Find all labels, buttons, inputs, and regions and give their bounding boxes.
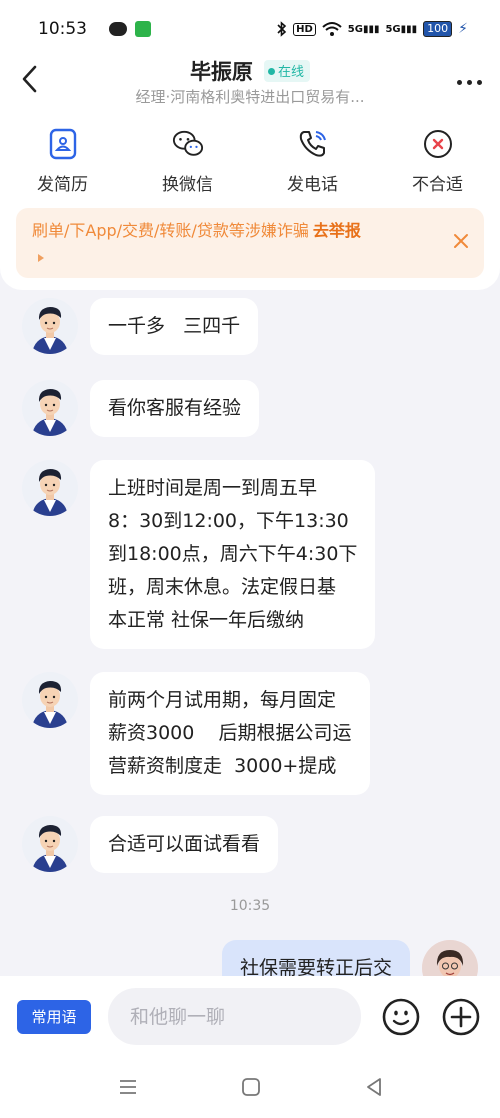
back-nav-icon[interactable] [363,1076,385,1098]
message-text-line: 社保需要转正后交 [239,957,392,976]
phone-icon [299,131,326,157]
contact-avatar[interactable] [22,380,78,436]
message-bubble[interactable]: 社保需要转正后交 [221,940,410,976]
home-icon[interactable] [240,1076,262,1098]
contact-name: 毕振原 [189,60,253,84]
system-nav-bar [0,1058,500,1118]
message-bubble[interactable]: 上班时间是周一到周五早 8：30到12:00，下午13:30 到18:00点，周六下… [90,460,376,649]
signal-icon-2: 5G▮▮▮ [385,23,418,35]
plus-button[interactable] [441,997,481,1037]
my-avatar[interactable] [422,940,478,976]
not-suitable-label: 不合适 [412,175,463,195]
message-text-line: 一千多 三四千 [108,315,241,337]
message-bubble[interactable]: 一千多 三四千 [90,298,259,355]
battery-icon: 100 [423,21,453,37]
wechat-notification-icon [109,22,127,36]
send-phone-button[interactable]: 发电话 [250,124,375,195]
bluetooth-icon [277,21,287,37]
common-phrases-button[interactable]: 常用语 [17,1000,91,1034]
exchange-wechat-label: 换微信 [162,175,213,195]
send-phone-label: 发电话 [287,175,338,195]
chat-header: 毕振原 在线 经理·河南格利奥特进出口贸易有... 发简历 换微信 发电话 不合… [0,58,500,290]
message-text-line: 本正常 社保一年后缴纳 [108,609,305,631]
quick-actions: 发简历 换微信 发电话 不合适 [0,124,500,195]
contact-subtitle: 经理·河南格利奥特进出口贸易有... [135,88,365,106]
report-link[interactable]: 去举报 [313,221,361,240]
exchange-wechat-button[interactable]: 换微信 [125,124,250,195]
play-arrow-icon [38,254,44,262]
app-notification-icon [135,21,151,37]
message-bubble[interactable]: 看你客服有经验 [90,380,260,437]
emoji-button[interactable] [381,997,421,1037]
message-text-line: 8：30到12:00，下午13:30 [108,510,349,532]
contact-name-row: 毕振原 在线 [0,56,500,86]
message-bubble[interactable]: 前两个月试用期，每月固定 薪资3000 后期根据公司运 营薪资制度走 3000+提成 [90,672,370,795]
wechat-icon [172,130,203,156]
message-text-line: 到18:00点，周六下午4:30下 [108,543,358,565]
signal-icon-1: 5G▮▮▮ [347,23,380,35]
chat-messages[interactable]: 一千多 三四千 看你客服有经验上班时间是周一到周五早 8：30到12:00，下午13… [0,290,500,976]
fraud-warning-text: 刷单/下App/交费/转账/贷款等涉嫌诈骗 去举报 [32,221,361,240]
input-bar: 常用语 [0,976,500,1058]
message-text-line: 合适可以面试看看 [108,833,261,855]
send-resume-label: 发简历 [37,175,88,195]
not-suitable-button[interactable]: 不合适 [375,124,500,195]
message-text-line: 营薪资制度走 3000+提成 [108,755,337,777]
resume-icon [49,128,76,160]
message-input[interactable] [108,988,361,1045]
message-text-line: 薪资3000 后期根据公司运 [108,722,352,744]
hd-icon: HD [293,22,316,36]
message-text-line: 看你客服有经验 [108,397,242,419]
contact-avatar[interactable] [22,816,78,872]
wifi-icon [322,22,342,36]
online-status-badge: 在线 [264,60,311,82]
message-text-line: 前两个月试用期，每月固定 [108,689,337,711]
contact-avatar[interactable] [22,460,78,516]
reject-icon [423,130,452,158]
fraud-warning-banner: 刷单/下App/交费/转账/贷款等涉嫌诈骗 去举报 [16,208,484,278]
status-time: 10:53 [38,19,87,39]
timestamp-separator: 10:35 [229,898,271,914]
charging-icon: ⚡ [458,21,468,37]
menu-icon[interactable] [117,1076,139,1098]
message-text-line: 班，周末休息。法定假日基 [108,576,337,598]
message-bubble[interactable]: 合适可以面试看看 [90,816,279,873]
status-bar: 10:53 HD 5G▮▮▮ 5G▮▮▮ 100 ⚡ [0,0,500,58]
message-text-line: 上班时间是周一到周五早 [108,477,318,499]
contact-avatar[interactable] [22,298,78,354]
send-resume-button[interactable]: 发简历 [0,124,125,195]
contact-avatar[interactable] [22,672,78,728]
close-icon[interactable] [452,232,470,250]
